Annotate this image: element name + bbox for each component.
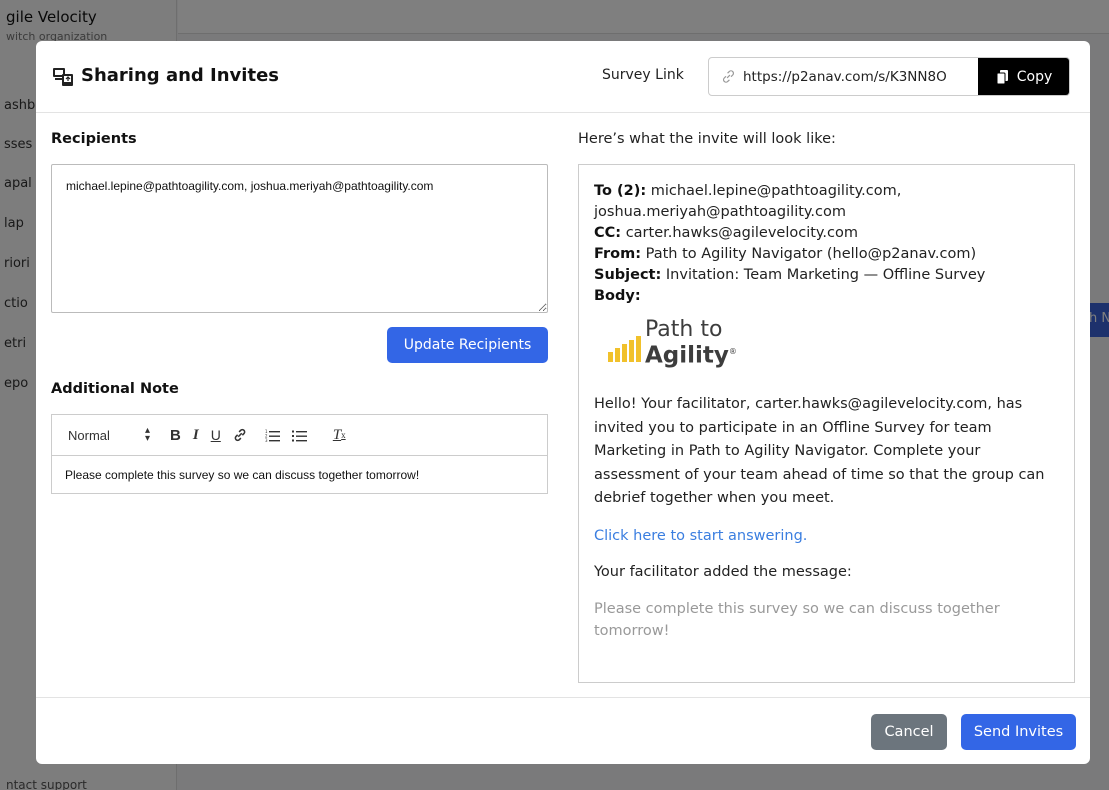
- recipients-heading: Recipients: [51, 131, 137, 147]
- body-label: Body:: [594, 288, 641, 304]
- preview-from-line: From: Path to Agility Navigator (hello@p…: [594, 244, 1059, 265]
- preview-to-line-2: joshua.meriyah@pathtoagility.com: [594, 204, 846, 220]
- clear-x-icon: x: [341, 430, 346, 440]
- share-devices-icon: [53, 68, 73, 86]
- cc-value: carter.hawks@agilevelocity.com: [625, 225, 859, 241]
- survey-link-input[interactable]: [743, 58, 981, 95]
- logo-line-2-text: Agility: [645, 343, 729, 369]
- italic-button[interactable]: I: [193, 423, 199, 447]
- note-editor: Normal ▴ ▾ B I U 1 2 3 T x Please comple…: [51, 414, 548, 494]
- ordered-list-button[interactable]: 1 2 3: [265, 423, 280, 447]
- bullet-list-icon: [291, 430, 307, 441]
- underline-button[interactable]: U: [211, 423, 221, 447]
- preview-heading: Here’s what the invite will look like:: [578, 131, 836, 147]
- send-invites-button[interactable]: Send Invites: [961, 714, 1076, 750]
- logo-registered-mark: ®: [728, 347, 737, 357]
- format-select-value: Normal: [68, 427, 110, 443]
- logo-text: Path to Agility®: [645, 317, 737, 369]
- link-icon: [234, 428, 246, 442]
- preview-to-line: To (2): michael.lepine@pathtoagility.com…: [594, 181, 1059, 202]
- logo-line-1: Path to: [645, 317, 723, 343]
- from-value: Path to Agility Navigator (hello@p2anav.…: [645, 246, 977, 262]
- survey-link-label: Survey Link: [602, 67, 684, 83]
- logo-line-2: Agility®: [645, 341, 737, 369]
- recipients-field[interactable]: michael.lepine@pathtoagility.com, joshua…: [51, 164, 548, 313]
- cc-label: CC:: [594, 225, 622, 241]
- update-recipients-button[interactable]: Update Recipients: [387, 327, 548, 363]
- from-label: From:: [594, 246, 641, 262]
- bullet-list-button[interactable]: [291, 423, 307, 447]
- copy-button-label: Copy: [1016, 68, 1053, 85]
- format-select[interactable]: Normal ▴ ▾: [68, 423, 150, 447]
- sharing-invites-modal: Sharing and Invites Survey Link Copy Rec…: [36, 41, 1090, 764]
- additional-note-heading: Additional Note: [51, 381, 179, 397]
- logo-bars-icon: [608, 336, 641, 362]
- to-label: To (2):: [594, 183, 647, 199]
- cancel-button[interactable]: Cancel: [871, 714, 947, 750]
- copy-icon: [996, 69, 1008, 84]
- link-button[interactable]: [233, 423, 247, 447]
- ordered-list-icon: 1 2 3: [265, 429, 280, 442]
- clear-format-button[interactable]: Tx: [333, 423, 346, 447]
- subject-value: Invitation: Team Marketing — Offline Sur…: [665, 267, 986, 283]
- bold-button[interactable]: B: [170, 423, 181, 447]
- preview-cc-line: CC: carter.hawks@agilevelocity.com: [594, 223, 1059, 244]
- subject-label: Subject:: [594, 267, 662, 283]
- to-value: michael.lepine@pathtoagility.com,: [650, 183, 902, 199]
- facilitator-message-label: Your facilitator added the message:: [594, 563, 852, 580]
- preview-subject-line: Subject: Invitation: Team Marketing — Of…: [594, 265, 1059, 286]
- facilitator-message: Please complete this survey so we can di…: [594, 600, 1000, 639]
- svg-text:3: 3: [265, 438, 268, 442]
- invite-preview: To (2): michael.lepine@pathtoagility.com…: [578, 164, 1075, 683]
- copy-link-button[interactable]: Copy: [978, 58, 1069, 95]
- path-to-agility-logo: Path to Agility®: [608, 311, 1059, 369]
- preview-body-line: Body:: [594, 286, 1059, 307]
- note-editor-content[interactable]: Please complete this survey so we can di…: [52, 456, 547, 494]
- survey-link-group: Copy: [708, 57, 1070, 96]
- editor-toolbar: Normal ▴ ▾ B I U 1 2 3 T x: [52, 415, 547, 456]
- preview-body-text: Hello! Your facilitator, carter.hawks@ag…: [594, 396, 1045, 506]
- modal-title: Sharing and Invites: [81, 65, 279, 86]
- select-arrows-icon: ▴ ▾: [144, 425, 150, 444]
- start-answering-link[interactable]: Click here to start answering.: [594, 526, 1059, 547]
- modal-header: Sharing and Invites Survey Link Copy: [36, 41, 1090, 113]
- modal-footer: Cancel Send Invites: [36, 697, 1090, 764]
- link-icon: [723, 70, 734, 83]
